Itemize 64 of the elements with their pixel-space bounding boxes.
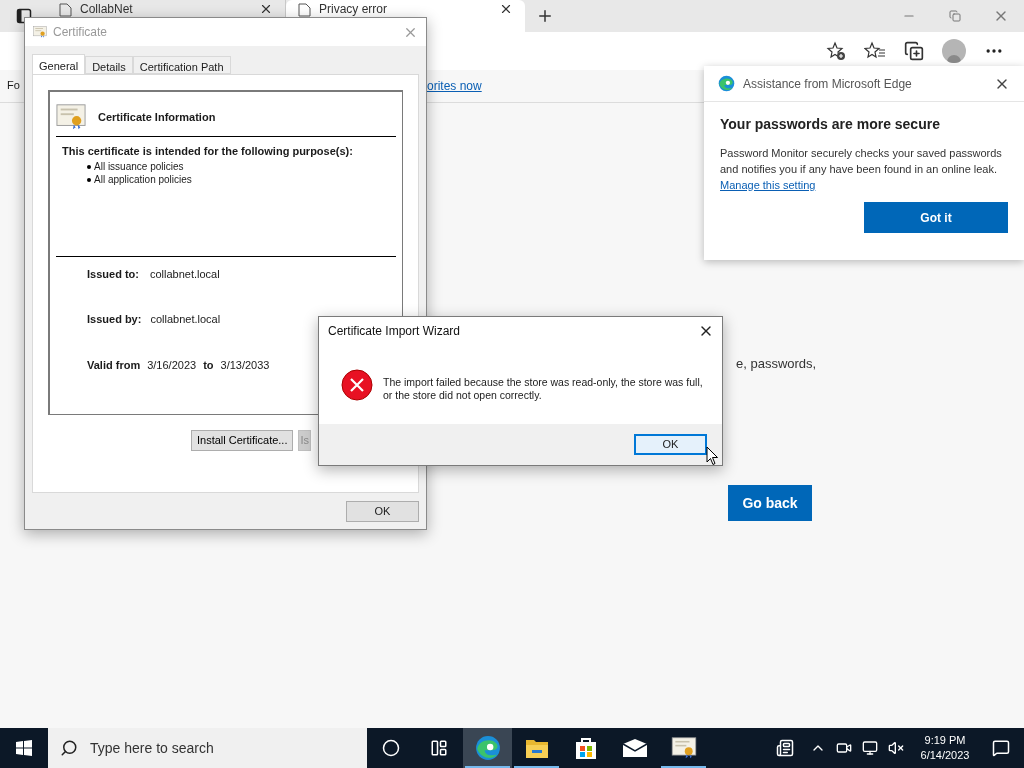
purpose-heading: This certificate is intended for the following purpose(s): bbox=[62, 144, 354, 159]
store-bag-icon bbox=[574, 736, 597, 760]
news-icon[interactable] bbox=[774, 739, 796, 757]
envelope-icon bbox=[621, 738, 648, 758]
favorites-bar-text: Fo bbox=[7, 78, 20, 93]
dialog-button[interactable]: Install Certificate... bbox=[191, 430, 294, 451]
info-title: Certificate Information bbox=[98, 109, 216, 125]
edge-logo-icon bbox=[718, 75, 735, 92]
field-label: Valid from bbox=[87, 357, 141, 373]
certificate-icon bbox=[670, 737, 697, 759]
collections-icon[interactable] bbox=[904, 41, 924, 61]
popup-message: Password Monitor securely checks your saved passwords and notifies you if any have been found in an online leak. Manage this setting bbox=[720, 146, 1003, 193]
bullet-icon bbox=[87, 164, 91, 169]
purpose-item: All issuance policies bbox=[94, 159, 184, 173]
purpose-item: All application policies bbox=[94, 172, 192, 186]
field-label: Issued by: bbox=[87, 312, 142, 327]
tab-title: Privacy error bbox=[319, 2, 388, 16]
favorites-link[interactable]: orites now bbox=[427, 77, 482, 95]
go-back-button[interactable]: Go back bbox=[728, 485, 812, 521]
dialog-tab[interactable]: General bbox=[32, 54, 86, 74]
field-value: 3/13/2033 bbox=[220, 357, 270, 373]
favorites-icon[interactable] bbox=[864, 41, 886, 61]
search-icon bbox=[60, 739, 78, 757]
error-message: The import failed because the store was read-only, the store was full, or the store did not open correctly. bbox=[383, 375, 704, 402]
dialog-tab[interactable]: Certification Path bbox=[132, 56, 231, 74]
windows-start-icon[interactable] bbox=[16, 740, 32, 756]
notifications-icon[interactable] bbox=[992, 739, 1010, 757]
restore-icon bbox=[949, 10, 961, 22]
popup-title: Your passwords are more secure bbox=[720, 115, 941, 134]
close-icon[interactable] bbox=[499, 2, 513, 16]
folder-icon bbox=[524, 737, 549, 759]
page-icon bbox=[298, 3, 311, 17]
cortana-icon[interactable] bbox=[382, 739, 400, 757]
profile-avatar[interactable] bbox=[942, 39, 966, 63]
task-view-icon[interactable] bbox=[430, 739, 448, 757]
network-icon[interactable] bbox=[862, 740, 878, 756]
field-value: collabnet.local bbox=[150, 312, 221, 327]
tab-title: CollabNet bbox=[80, 2, 134, 16]
manage-setting-link[interactable]: Manage this setting bbox=[720, 179, 816, 191]
close-icon[interactable] bbox=[259, 2, 273, 16]
field-value: collabnet.local bbox=[149, 266, 220, 282]
ok-button[interactable]: OK bbox=[346, 501, 419, 522]
dialog-tab[interactable]: Details bbox=[85, 56, 133, 74]
add-favorite-icon[interactable] bbox=[826, 41, 846, 61]
field-label: Issued to: bbox=[87, 266, 139, 282]
meet-icon[interactable] bbox=[836, 740, 852, 756]
new-tab-icon[interactable] bbox=[536, 7, 554, 25]
dialog-title: Certificate Import Wizard bbox=[328, 323, 462, 340]
bullet-icon bbox=[87, 177, 91, 182]
tab-actions-icon[interactable] bbox=[16, 8, 32, 24]
edge-logo-icon bbox=[474, 735, 501, 761]
error-icon bbox=[341, 369, 373, 401]
page-text: e, passwords, bbox=[736, 355, 817, 373]
page-icon bbox=[59, 3, 72, 17]
certificate-icon bbox=[33, 26, 47, 38]
popup-header: Assistance from Microsoft Edge bbox=[743, 75, 913, 93]
got-it-button[interactable]: Got it bbox=[864, 202, 1008, 233]
clock[interactable]: 9:19 PM 6/14/2023 bbox=[912, 728, 978, 768]
taskbar-search-field[interactable]: Type here to search bbox=[48, 728, 367, 768]
field-value: 3/16/2023 bbox=[147, 357, 197, 373]
certificate-icon bbox=[56, 103, 86, 131]
field-label: to bbox=[203, 357, 214, 373]
volume-muted-icon[interactable] bbox=[888, 740, 904, 756]
ok-button[interactable]: OK bbox=[634, 434, 707, 455]
